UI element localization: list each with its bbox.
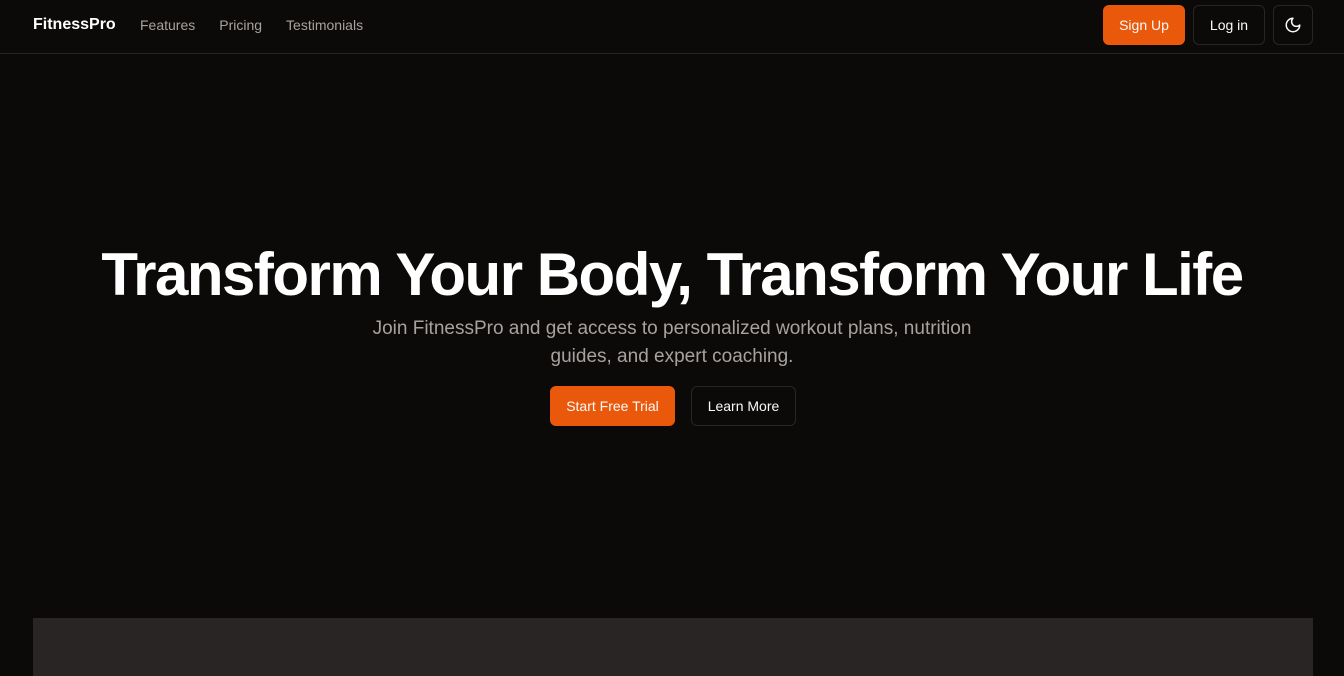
- moon-icon: [1284, 16, 1302, 34]
- nav-link-testimonials[interactable]: Testimonials: [286, 17, 363, 33]
- hero-media-placeholder: [33, 618, 1313, 676]
- hero-title: Transform Your Body, Transform Your Life: [101, 241, 1244, 308]
- nav-link-features[interactable]: Features: [140, 17, 195, 33]
- learn-more-button[interactable]: Learn More: [691, 386, 796, 426]
- theme-toggle-button[interactable]: [1273, 5, 1313, 45]
- start-free-trial-button[interactable]: Start Free Trial: [550, 386, 675, 426]
- log-in-button[interactable]: Log in: [1193, 5, 1265, 45]
- hero-subtitle: Join FitnessPro and get access to person…: [372, 318, 972, 367]
- nav-link-pricing[interactable]: Pricing: [219, 17, 262, 33]
- nav-links: Features Pricing Testimonials: [140, 17, 363, 33]
- top-navbar: FitnessPro Features Pricing Testimonials…: [0, 0, 1344, 54]
- sign-up-button[interactable]: Sign Up: [1103, 5, 1185, 45]
- brand-logo[interactable]: FitnessPro: [33, 16, 116, 34]
